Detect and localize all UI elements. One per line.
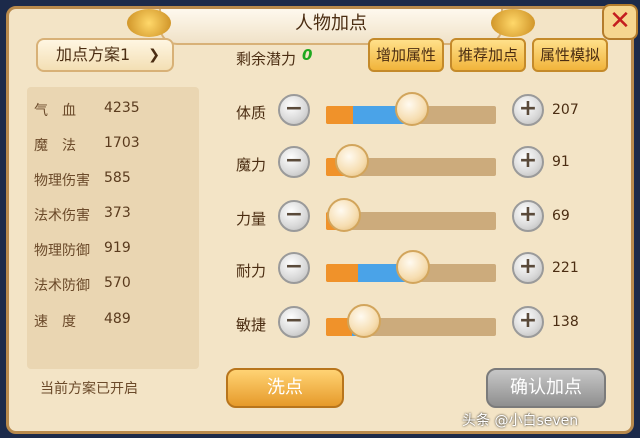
simulate-attribute-button[interactable]: 属性模拟 [532, 38, 608, 72]
wash-points-button[interactable]: 洗点 [226, 368, 344, 408]
minus-icon[interactable]: − [278, 200, 310, 232]
attribute-name: 力量 [236, 210, 267, 228]
stat-phys-dmg: 物理伤害 585 [34, 170, 184, 194]
attribute-name: 体质 [236, 104, 267, 122]
stat-hp: 气 血 4235 [34, 100, 184, 124]
stat-phys-def: 物理防御 919 [34, 240, 184, 264]
chevron-down-icon: ❯ [148, 47, 160, 63]
stat-value: 373 [104, 205, 131, 221]
attribute-row-agility: 敏捷 − +138 [230, 304, 610, 344]
stat-label: 物理防御 [34, 243, 90, 259]
scheme-status-text: 当前方案已开启 [40, 381, 138, 397]
minus-icon[interactable]: − [278, 146, 310, 178]
minus-icon[interactable]: − [278, 94, 310, 126]
plus-icon[interactable]: + [512, 252, 544, 284]
attribute-row-constitution: 体质 − +207 [230, 92, 610, 132]
plus-icon[interactable]: + [512, 146, 544, 178]
potential-label: 剩余潜力 [236, 50, 297, 68]
stat-label: 气 血 [34, 103, 76, 119]
attribute-row-endurance: 耐力 − +221 [230, 250, 610, 290]
slider-handle[interactable] [326, 198, 361, 232]
slider-handle[interactable] [335, 144, 370, 178]
cloud-ornament-left-icon [127, 9, 171, 37]
plus-icon[interactable]: + [512, 200, 544, 232]
minus-icon[interactable]: − [278, 252, 310, 284]
stat-value: 489 [104, 311, 131, 327]
stat-value: 1703 [104, 135, 140, 151]
confirm-points-button[interactable]: 确认加点 [486, 368, 606, 408]
close-icon[interactable]: ✕ [602, 4, 638, 40]
attribute-value: 138 [552, 314, 579, 330]
stat-label: 法术伤害 [34, 208, 90, 224]
plus-icon[interactable]: + [512, 94, 544, 126]
plus-icon[interactable]: + [512, 306, 544, 338]
scheme-dropdown-label: 加点方案1 [56, 45, 131, 64]
attribute-name: 敏捷 [236, 316, 267, 334]
slider-handle[interactable] [347, 304, 381, 338]
stat-value: 919 [104, 240, 131, 256]
watermark: 头条 @小白seven [462, 413, 579, 429]
stat-speed: 速 度 489 [34, 311, 184, 335]
scheme-dropdown[interactable]: 加点方案1 ❯ [36, 38, 174, 72]
base-points-bar [326, 106, 354, 124]
stat-label: 速 度 [34, 314, 76, 330]
recommend-points-button[interactable]: 推荐加点 [450, 38, 526, 72]
stat-value: 585 [104, 170, 131, 186]
stat-value: 4235 [104, 100, 140, 116]
stat-magic-dmg: 法术伤害 373 [34, 205, 184, 229]
stat-label: 物理伤害 [34, 173, 90, 189]
add-attribute-button[interactable]: 增加属性 [368, 38, 444, 72]
cloud-ornament-right-icon [491, 9, 535, 37]
stat-label: 法术防御 [34, 278, 90, 294]
attribute-name: 魔力 [236, 156, 267, 174]
attribute-name: 耐力 [236, 262, 267, 280]
attribute-row-strength: 力量 − +69 [230, 198, 610, 238]
attribute-row-magic: 魔力 − +91 [230, 144, 610, 184]
attribute-value: 207 [552, 102, 579, 118]
potential-value: 0 [302, 46, 313, 64]
attribute-value: 221 [552, 260, 579, 276]
attribute-value: 91 [552, 154, 570, 170]
window-title: 人物加点 [295, 13, 367, 34]
stat-magic-def: 法术防御 570 [34, 275, 184, 299]
minus-icon[interactable]: − [278, 306, 310, 338]
slider-handle[interactable] [394, 92, 429, 126]
attribute-value: 69 [552, 208, 570, 224]
stat-label: 魔 法 [34, 138, 76, 154]
stat-value: 570 [104, 275, 131, 291]
stat-mp: 魔 法 1703 [34, 135, 184, 159]
base-points-bar [326, 264, 359, 282]
